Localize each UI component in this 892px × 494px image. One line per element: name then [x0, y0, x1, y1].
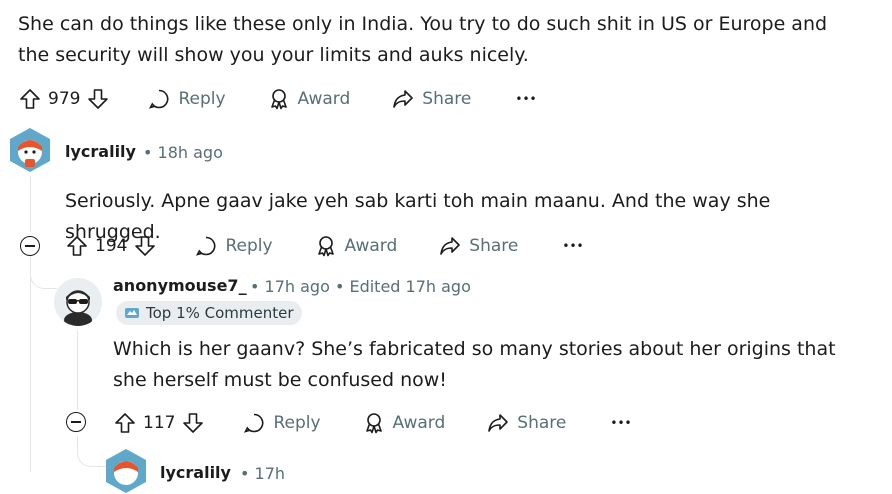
comment-username[interactable]: lycralily [160, 463, 231, 482]
thread-line [30, 256, 31, 472]
award-label: Award [392, 413, 446, 433]
vote-count: 979 [48, 89, 81, 109]
avatar-lycralily-icon [10, 128, 50, 172]
thread-line [30, 176, 31, 232]
comment-action-bar: 194 Reply Award Share ••• [63, 229, 584, 263]
reply-icon [244, 413, 264, 433]
top-comment-body: She can do things like these only in Ind… [18, 13, 828, 66]
reply-label: Reply [178, 89, 226, 109]
award-icon [365, 413, 382, 434]
upvote-icon[interactable] [111, 409, 139, 437]
thread-branch-line [30, 262, 57, 289]
share-icon [440, 237, 461, 255]
collapse-thread-button[interactable] [20, 236, 40, 256]
award-icon [317, 236, 334, 257]
top-comment-action-bar: 979 Reply Award Share ••• [16, 82, 537, 116]
reply-button[interactable]: Reply [243, 412, 321, 434]
downvote-icon[interactable] [131, 232, 159, 260]
share-button[interactable]: Share [392, 88, 471, 110]
share-label: Share [422, 89, 472, 109]
downvote-icon[interactable] [84, 85, 112, 113]
comment-timestamp: • 17h [240, 464, 286, 483]
comment-username[interactable]: lycralily [65, 142, 136, 161]
comment-body: Which is her gaanv? She’s fabricated so … [113, 338, 836, 391]
upvote-icon[interactable] [16, 85, 44, 113]
more-options-button[interactable]: ••• [562, 239, 583, 253]
award-button[interactable]: Award [315, 235, 398, 257]
downvote-icon[interactable] [179, 409, 207, 437]
avatar-lycralily-icon [106, 449, 146, 493]
thread-line [77, 330, 78, 410]
commenter-badge-icon [125, 308, 139, 318]
more-options-button[interactable]: ••• [610, 416, 631, 430]
comment-timestamp: • 17h ago • Edited 17h ago [250, 277, 471, 296]
share-button[interactable]: Share [439, 235, 518, 257]
more-options-button[interactable]: ••• [515, 92, 536, 106]
avatar[interactable] [8, 127, 52, 173]
award-button[interactable]: Award [268, 88, 351, 110]
reply-icon [149, 89, 169, 109]
comment-timestamp: • 18h ago [143, 143, 223, 162]
thread-branch-line [77, 436, 106, 467]
vote-count: 194 [95, 236, 128, 256]
status-badge: Top 1% Commenter [116, 301, 302, 325]
vote-count: 117 [143, 413, 176, 433]
comment-action-bar: 117 Reply Award Share ••• [111, 406, 632, 440]
avatar-anonymouse-icon [54, 278, 102, 326]
avatar[interactable] [54, 278, 102, 326]
award-label: Award [297, 89, 351, 109]
award-label: Award [344, 236, 398, 256]
reply-icon [196, 236, 216, 256]
reply-label: Reply [273, 413, 321, 433]
collapse-thread-button[interactable] [66, 412, 86, 432]
badge-label: Top 1% Commenter [146, 304, 294, 322]
avatar[interactable] [104, 448, 148, 494]
upvote-icon[interactable] [63, 232, 91, 260]
share-button[interactable]: Share [487, 412, 566, 434]
comment-username[interactable]: anonymouse7_ [113, 276, 247, 295]
award-button[interactable]: Award [363, 412, 446, 434]
reply-label: Reply [225, 236, 273, 256]
share-icon [393, 90, 414, 108]
reply-button[interactable]: Reply [195, 235, 273, 257]
reply-button[interactable]: Reply [148, 88, 226, 110]
award-icon [270, 89, 287, 110]
share-label: Share [469, 236, 519, 256]
share-icon [488, 414, 509, 432]
share-label: Share [517, 413, 567, 433]
